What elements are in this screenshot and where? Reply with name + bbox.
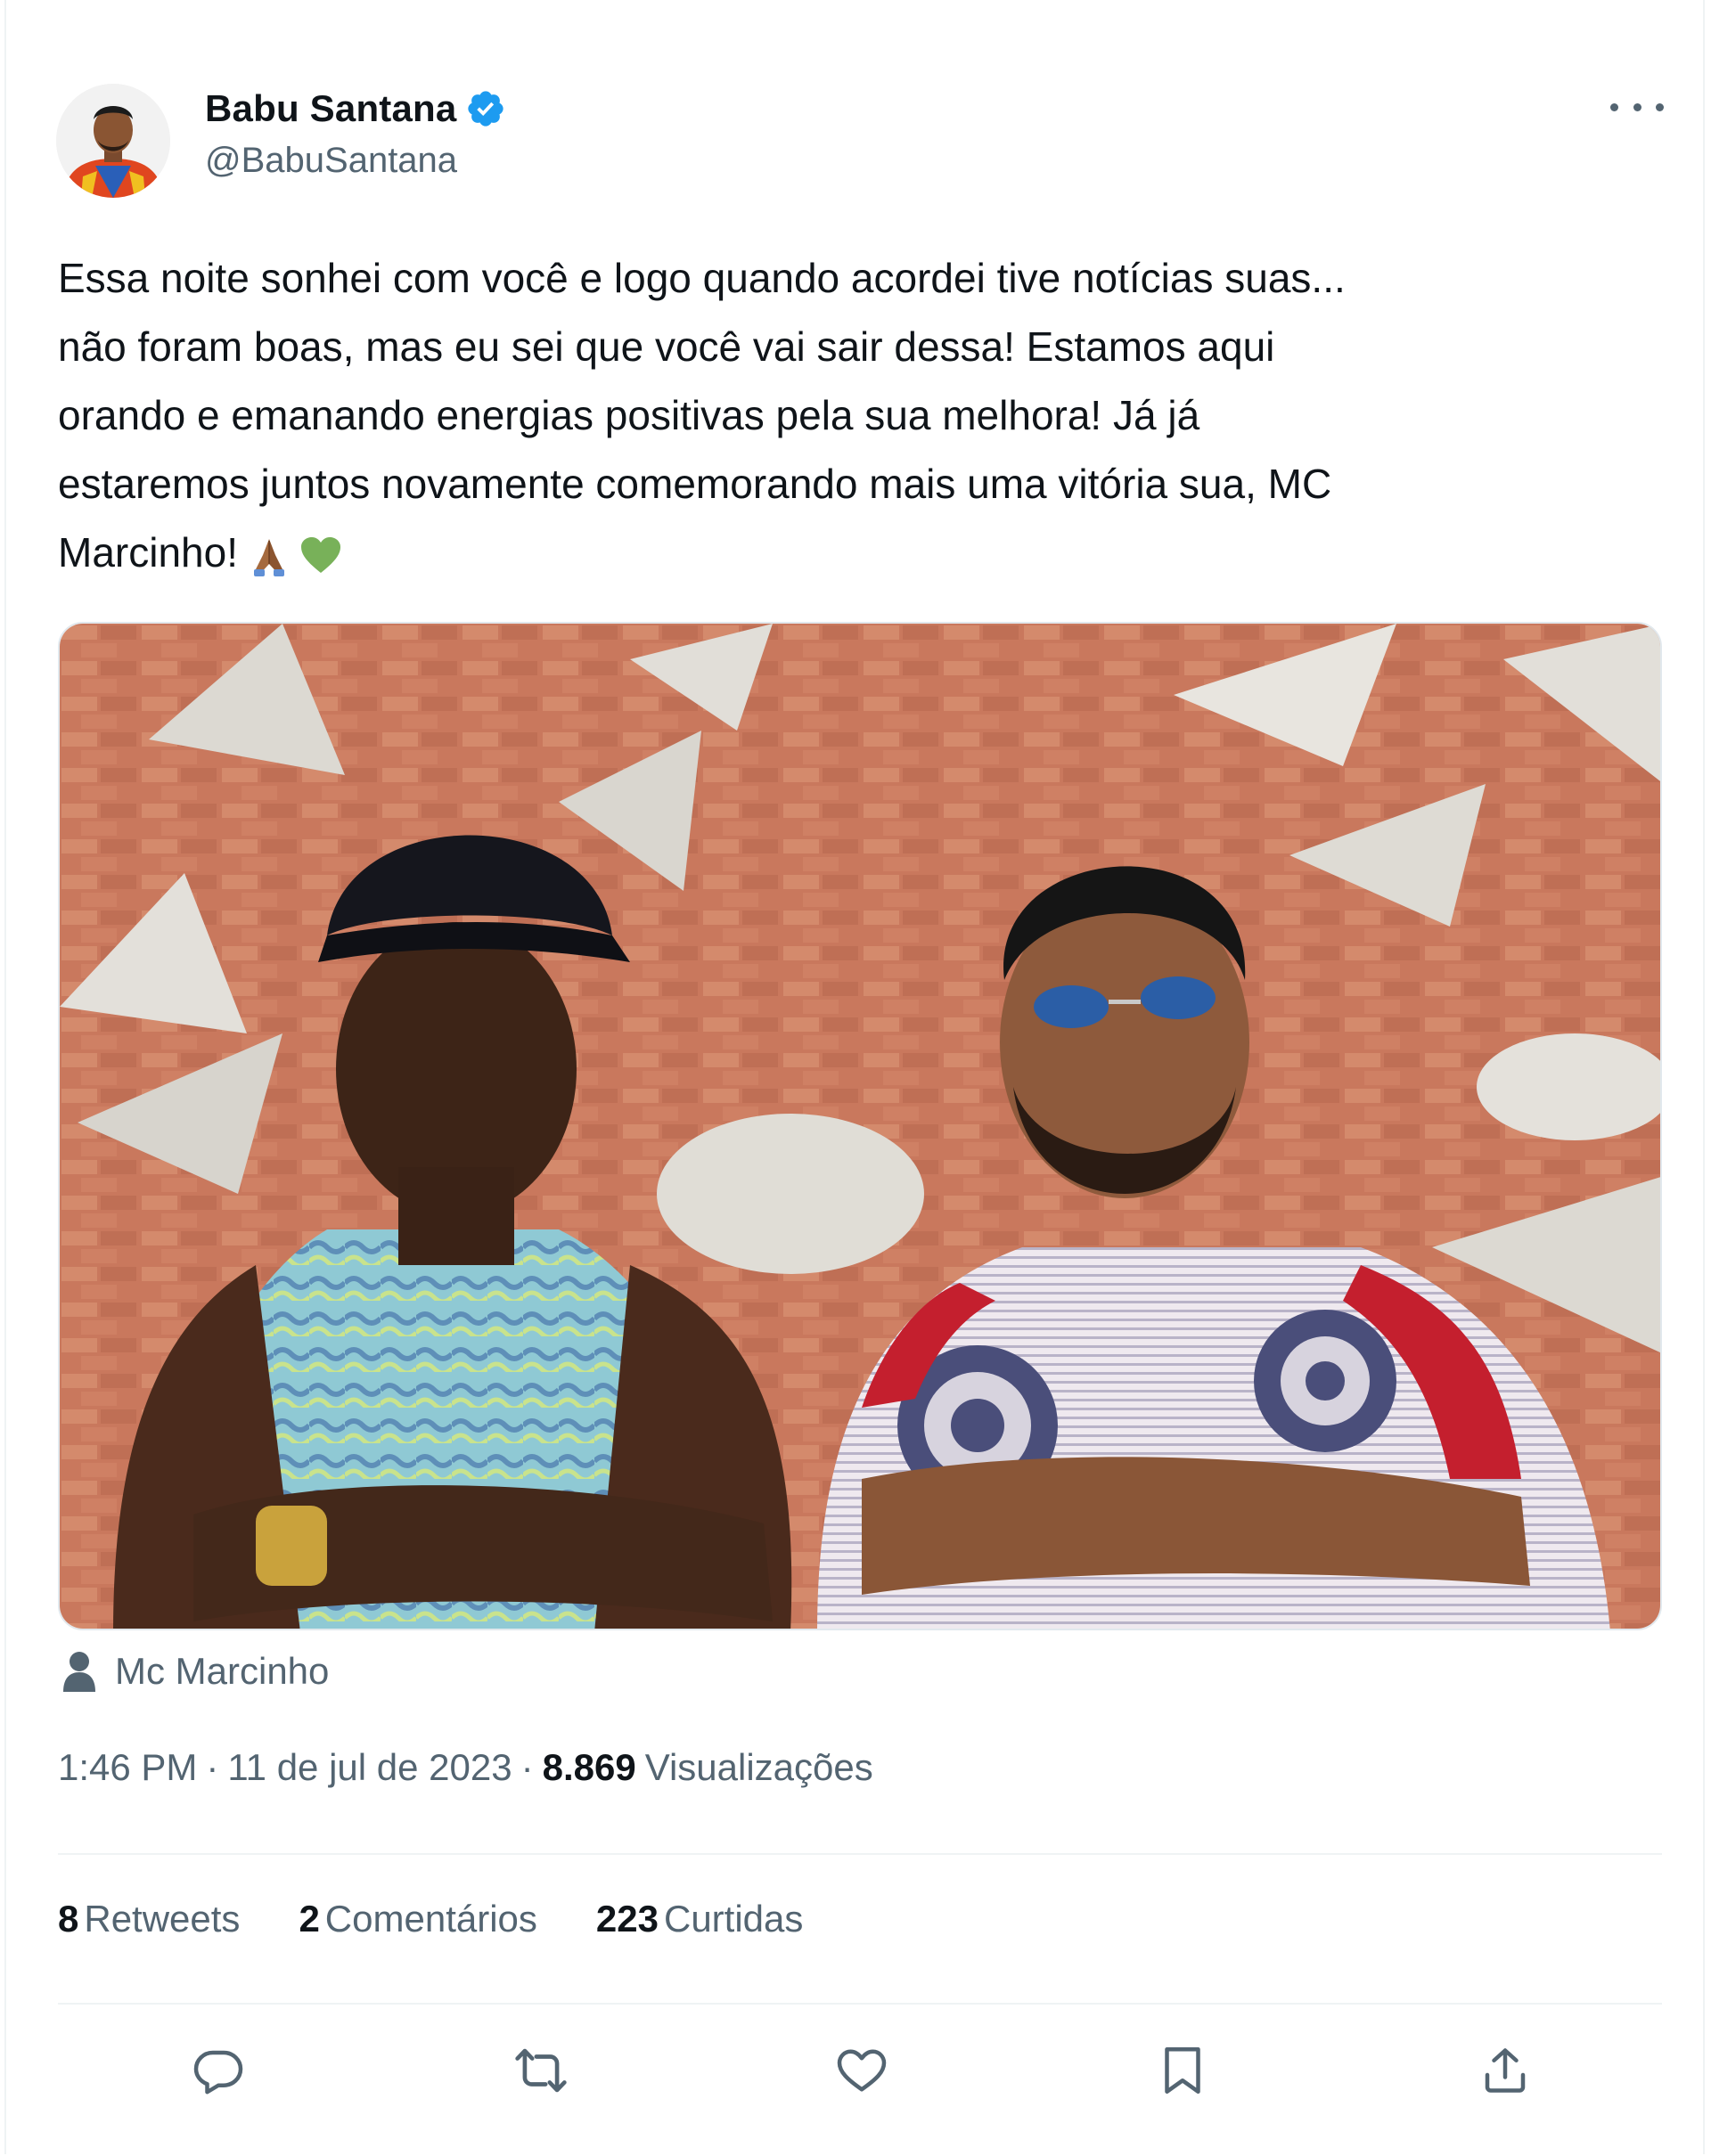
- views-count: 8.869: [542, 1746, 636, 1788]
- meta-separator: ·: [520, 1746, 534, 1788]
- tweet-photo[interactable]: [58, 622, 1662, 1630]
- reply-button[interactable]: [183, 2035, 254, 2106]
- bookmark-button[interactable]: [1147, 2035, 1218, 2106]
- likes-stat[interactable]: 223 Curtidas: [596, 1898, 803, 1940]
- comments-label: Comentários: [324, 1898, 537, 1940]
- retweets-count: 8: [58, 1898, 79, 1940]
- share-icon: [1485, 2048, 1526, 2093]
- like-button[interactable]: [826, 2035, 897, 2106]
- share-button[interactable]: [1469, 2035, 1541, 2106]
- avatar-image: [56, 84, 170, 198]
- tagged-user[interactable]: Mc Marcinho: [61, 1646, 329, 1696]
- author-display-name[interactable]: Babu Santana: [205, 87, 456, 130]
- more-dots-icon[interactable]: [1610, 89, 1664, 125]
- author-name-row[interactable]: Babu Santana: [205, 82, 506, 135]
- meta-separator: ·: [206, 1746, 219, 1788]
- tweet-time[interactable]: 1:46 PM: [58, 1746, 197, 1789]
- person-icon: [63, 1652, 95, 1692]
- dot: [1610, 102, 1618, 111]
- author-handle[interactable]: @BabuSantana: [205, 141, 457, 181]
- praying-hands-emoji: [253, 538, 284, 576]
- author-avatar[interactable]: [56, 84, 170, 198]
- comments-count: 2: [299, 1898, 320, 1940]
- tweet-meta: 1:46 PM · 11 de jul de 2023 · 8.869 Visu…: [58, 1746, 873, 1789]
- dot: [1656, 102, 1664, 111]
- tweet-body: Essa noite sonhei com você e logo quando…: [58, 255, 1346, 576]
- tagged-user-name[interactable]: Mc Marcinho: [115, 1650, 329, 1693]
- likes-count: 223: [595, 1898, 659, 1940]
- reply-icon: [193, 2050, 243, 2095]
- bookmark-icon: [1165, 2047, 1200, 2094]
- retweets-stat[interactable]: 8 Retweets: [58, 1898, 240, 1940]
- divider: [58, 1853, 1662, 1855]
- verified-badge-icon: [468, 91, 504, 127]
- green-heart-emoji: [300, 536, 340, 573]
- retweet-button[interactable]: [505, 2035, 577, 2106]
- views-label: Visualizações: [644, 1746, 873, 1788]
- photo-illustration: [60, 624, 1660, 1629]
- dot: [1633, 102, 1641, 111]
- tweet-emojis: [247, 534, 343, 578]
- retweet-icon: [515, 2048, 567, 2093]
- retweets-label: Retweets: [84, 1898, 241, 1940]
- tweet-date[interactable]: 11 de jul de 2023: [227, 1746, 512, 1789]
- tweet-actions: [58, 2035, 1662, 2106]
- divider: [58, 2003, 1662, 2005]
- likes-label: Curtidas: [663, 1898, 804, 1940]
- comments-stat[interactable]: 2 Comentários: [299, 1898, 536, 1940]
- tweet-text: Essa noite sonhei com você e logo quando…: [58, 244, 1662, 587]
- tweet-card: Babu Santana @BabuSantana Essa noite son…: [4, 0, 1705, 2154]
- tweet-stats: 8 Retweets 2 Comentários 223 Curtidas: [58, 1898, 862, 1940]
- heart-icon: [837, 2049, 887, 2092]
